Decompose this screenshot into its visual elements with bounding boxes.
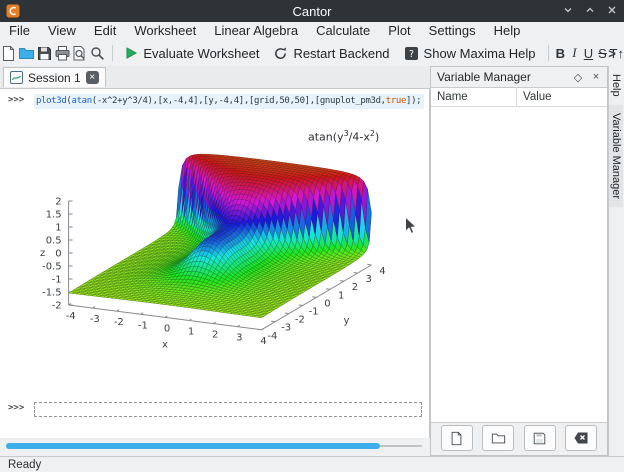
panel-header: Variable Manager ◇ × xyxy=(431,67,607,87)
print-preview-icon xyxy=(71,45,88,62)
float-panel-icon[interactable]: ◇ xyxy=(571,70,585,84)
print-preview-button[interactable] xyxy=(71,41,89,65)
restart-backend-button[interactable]: Restart Backend xyxy=(266,41,396,65)
tab-close-icon[interactable]: × xyxy=(86,71,99,84)
save-worksheet-button[interactable] xyxy=(36,41,54,65)
menu-item-file[interactable]: File xyxy=(0,22,39,40)
close-button[interactable] xyxy=(606,4,618,16)
command-segment: ]); xyxy=(406,96,421,106)
menu-item-edit[interactable]: Edit xyxy=(85,22,125,40)
scrollbar-thumb[interactable] xyxy=(6,443,380,449)
printer-icon xyxy=(54,45,71,62)
command-row: >>> plot3d(atan(-x^2+y^3/4),[x,-4,4],[y,… xyxy=(0,94,429,110)
prompt: >>> xyxy=(8,403,24,413)
variable-manager-panel: Variable Manager ◇ × Name Value xyxy=(430,66,608,456)
open-worksheet-button[interactable] xyxy=(18,41,36,65)
menu-item-plot[interactable]: Plot xyxy=(379,22,419,40)
column-header-value[interactable]: Value xyxy=(517,88,552,106)
column-header-name[interactable]: Name xyxy=(431,88,517,106)
italic-button[interactable]: I xyxy=(567,42,581,64)
variable-table: Name Value xyxy=(431,87,607,423)
close-panel-icon[interactable]: × xyxy=(589,70,603,84)
prompt: >>> xyxy=(8,95,24,105)
panel-title: Variable Manager xyxy=(437,70,571,84)
tab-session-1[interactable]: Session 1 × xyxy=(3,67,106,87)
save-icon xyxy=(36,45,53,62)
tabbar: Session 1 × xyxy=(0,66,430,89)
menu-item-settings[interactable]: Settings xyxy=(420,22,485,40)
underline-button[interactable]: U xyxy=(581,42,595,64)
evaluate-label: Evaluate Worksheet xyxy=(143,46,259,61)
print-button[interactable] xyxy=(53,41,71,65)
maxima-help-icon: ? xyxy=(404,46,419,61)
bold-button[interactable]: B xyxy=(553,42,567,64)
menubar: File View Edit Worksheet Linear Algebra … xyxy=(0,22,624,40)
table-header: Name Value xyxy=(431,88,607,107)
folder-icon xyxy=(491,431,506,446)
maxima-help-label: Show Maxima Help xyxy=(424,46,536,61)
save-variables-button[interactable] xyxy=(524,425,556,451)
annotation-text: /4-x xyxy=(349,131,370,144)
worksheet: >>> plot3d(atan(-x^2+y^3/4),[x,-4,4],[y,… xyxy=(0,89,430,438)
maximize-button[interactable] xyxy=(584,4,596,16)
side-tab-variable-manager[interactable]: Variable Manager xyxy=(609,105,623,207)
tab-label: Session 1 xyxy=(28,71,81,85)
annotation-text: ) xyxy=(375,131,379,144)
menu-item-calculate[interactable]: Calculate xyxy=(307,22,379,40)
new-document-icon xyxy=(0,45,17,62)
new-worksheet-button[interactable] xyxy=(0,41,18,65)
entry-row: >>> xyxy=(0,402,429,420)
panel-buttons xyxy=(431,425,607,451)
clear-variables-button[interactable] xyxy=(565,425,597,451)
session-icon xyxy=(10,71,23,84)
side-tab-help[interactable]: Help xyxy=(609,66,623,105)
status-text: Ready xyxy=(8,459,41,471)
menu-item-view[interactable]: View xyxy=(39,22,85,40)
clear-icon xyxy=(573,431,589,445)
open-folder-icon xyxy=(18,45,35,62)
show-maxima-help-button[interactable]: ? Show Maxima Help xyxy=(397,41,543,65)
save-icon xyxy=(532,431,547,446)
toolbar-separator xyxy=(112,45,113,61)
find-button[interactable] xyxy=(89,41,107,65)
restart-icon xyxy=(273,46,288,61)
svg-text:?: ? xyxy=(409,49,414,60)
evaluate-worksheet-button[interactable]: Evaluate Worksheet xyxy=(117,41,266,65)
toolbar-separator xyxy=(548,45,549,61)
menu-item-worksheet[interactable]: Worksheet xyxy=(125,22,205,40)
command-field[interactable]: plot3d(atan(-x^2+y^3/4),[x,-4,4],[y,-4,4… xyxy=(34,94,424,109)
plot3d-canvas xyxy=(36,117,428,397)
horizontal-scrollbar xyxy=(0,438,430,454)
annotation-text: atan(y xyxy=(308,131,344,144)
command-segment: plot3d xyxy=(36,96,66,106)
plot-annotation: atan(y3/4-x2) xyxy=(308,129,379,144)
command-text: plot3d(atan(-x^2+y^3/4),[x,-4,4],[y,-4,4… xyxy=(36,96,421,106)
restart-label: Restart Backend xyxy=(293,46,389,61)
new-document-icon xyxy=(449,431,464,446)
command-segment: atan xyxy=(72,96,92,106)
titlebar[interactable]: Cantor xyxy=(0,0,624,22)
toolbar-overflow-button[interactable]: > xyxy=(604,44,620,62)
side-tab-strip: Help Variable Manager xyxy=(608,66,624,456)
menu-item-help[interactable]: Help xyxy=(485,22,530,40)
minimize-button[interactable] xyxy=(562,4,574,16)
window-title: Cantor xyxy=(0,4,624,19)
command-segment: (-x^2+y^3/4),[x,-4,4],[y,-4,4],[grid,50,… xyxy=(92,96,386,106)
toolbar: Evaluate Worksheet Restart Backend ? Sho… xyxy=(0,40,624,66)
evaluate-icon xyxy=(124,46,138,60)
load-variables-button[interactable] xyxy=(482,425,514,451)
menu-item-linear-algebra[interactable]: Linear Algebra xyxy=(205,22,307,40)
command-entry[interactable] xyxy=(34,402,422,417)
search-icon xyxy=(89,45,106,62)
statusbar: Ready xyxy=(0,456,624,472)
new-variable-button[interactable] xyxy=(441,425,473,451)
cantor-window: Cantor File View Edit Worksheet Linear A… xyxy=(0,0,624,472)
command-segment: true xyxy=(386,96,406,106)
